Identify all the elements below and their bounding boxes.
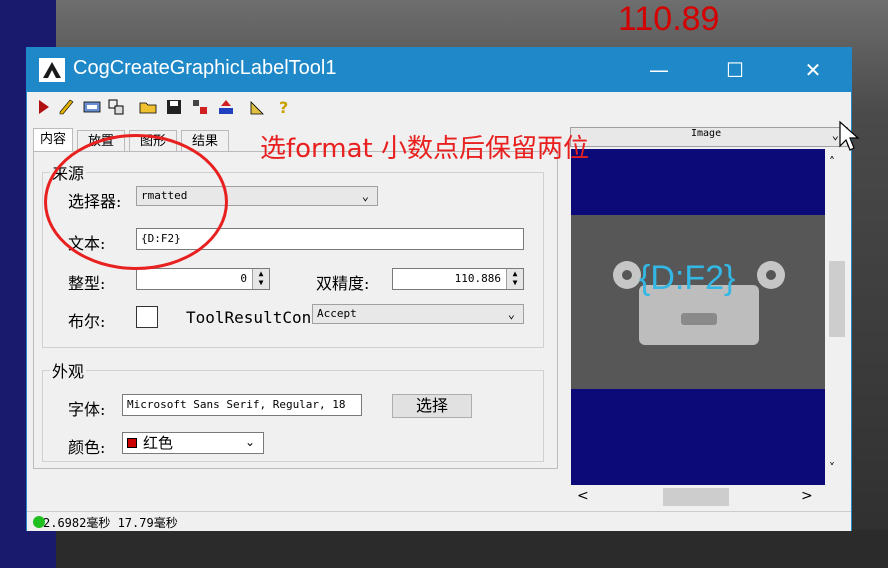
- color-label: 颜色:: [68, 438, 106, 457]
- import-icon[interactable]: [217, 98, 235, 116]
- chevron-down-icon: ⌄: [244, 435, 255, 449]
- close-button[interactable]: ✕: [773, 48, 853, 92]
- image-display[interactable]: {D:F2}: [571, 149, 825, 485]
- window-title: CogCreateGraphicLabelTool1: [73, 57, 337, 79]
- image-selector-dropdown[interactable]: Image ⌄: [570, 127, 848, 147]
- link-icon[interactable]: [107, 98, 125, 116]
- tool-result-dropdown[interactable]: Accept ⌄: [312, 304, 524, 324]
- background-bottom: [56, 530, 888, 568]
- choose-font-button[interactable]: 选择: [392, 394, 472, 418]
- integer-spinner-icon[interactable]: ▲ ▼: [252, 269, 269, 289]
- appearance-group-title: 外观: [50, 358, 87, 382]
- double-label: 双精度:: [316, 274, 370, 293]
- display-icon[interactable]: [83, 98, 101, 116]
- color-dropdown[interactable]: 红色 ⌄: [122, 432, 264, 454]
- svg-text:?: ?: [279, 98, 288, 116]
- bool-checkbox[interactable]: [136, 306, 158, 328]
- font-input[interactable]: Microsoft Sans Serif, Regular, 18: [122, 394, 362, 416]
- status-bar: 2.6982毫秒 17.79毫秒: [27, 511, 851, 531]
- chevron-down-icon[interactable]: ˅: [829, 461, 835, 475]
- save-icon[interactable]: [165, 98, 183, 116]
- annotation-text: 选format 小数点后保留两位: [260, 134, 590, 164]
- edit-icon[interactable]: [57, 98, 75, 116]
- open-icon[interactable]: [139, 98, 157, 116]
- color-swatch: [127, 438, 137, 448]
- image-selector-value: Image: [691, 128, 722, 139]
- integer-label: 整型:: [68, 274, 106, 293]
- minimize-button[interactable]: —: [619, 48, 699, 92]
- bool-label: 布尔:: [68, 312, 106, 331]
- background-value-readout: 110.89: [618, 0, 720, 38]
- chevron-up-icon[interactable]: ˄: [829, 155, 835, 169]
- chevron-down-icon: ⌄: [361, 189, 369, 203]
- annotation-ellipse: [44, 134, 228, 270]
- status-text: 2.6982毫秒 17.79毫秒: [43, 516, 178, 530]
- integer-input[interactable]: 0 ▲ ▼: [136, 268, 270, 290]
- mouse-cursor-icon: [839, 120, 860, 151]
- horizontal-scroll-thumb[interactable]: [663, 488, 729, 506]
- horizontal-scrollbar[interactable]: < >: [571, 485, 825, 509]
- measure-icon[interactable]: [249, 98, 267, 116]
- vertical-scroll-thumb[interactable]: [829, 261, 845, 337]
- integer-value: 0: [240, 272, 247, 285]
- chevron-down-icon: ⌄: [507, 307, 515, 321]
- double-spinner-icon[interactable]: ▲ ▼: [506, 269, 523, 289]
- color-value: 红色: [143, 434, 174, 452]
- titlebar[interactable]: CogCreateGraphicLabelTool1 — ☐ ✕: [27, 48, 851, 92]
- double-value: 110.886: [454, 272, 501, 285]
- tab-content[interactable]: 内容: [33, 128, 73, 152]
- font-label: 字体:: [68, 400, 106, 419]
- tool-result-label: ToolResultCon: [186, 308, 312, 327]
- help-icon[interactable]: ?: [275, 98, 293, 116]
- maximize-button[interactable]: ☐: [695, 48, 775, 92]
- vertical-scrollbar[interactable]: ˄ ˅: [825, 149, 849, 485]
- toolbar: ?: [27, 92, 851, 122]
- tool-result-value: Accept: [317, 307, 357, 320]
- run-icon[interactable]: [35, 98, 53, 116]
- graphic-label-text: {D:F2}: [639, 259, 736, 297]
- cognex-logo-icon: [39, 58, 65, 82]
- chevron-left-icon[interactable]: <: [577, 488, 589, 504]
- tool-window: CogCreateGraphicLabelTool1 — ☐ ✕ ? 内容 放置…: [26, 47, 852, 531]
- double-input[interactable]: 110.886 ▲ ▼: [392, 268, 524, 290]
- settings-icon[interactable]: [191, 98, 209, 116]
- chevron-right-icon[interactable]: >: [801, 488, 813, 504]
